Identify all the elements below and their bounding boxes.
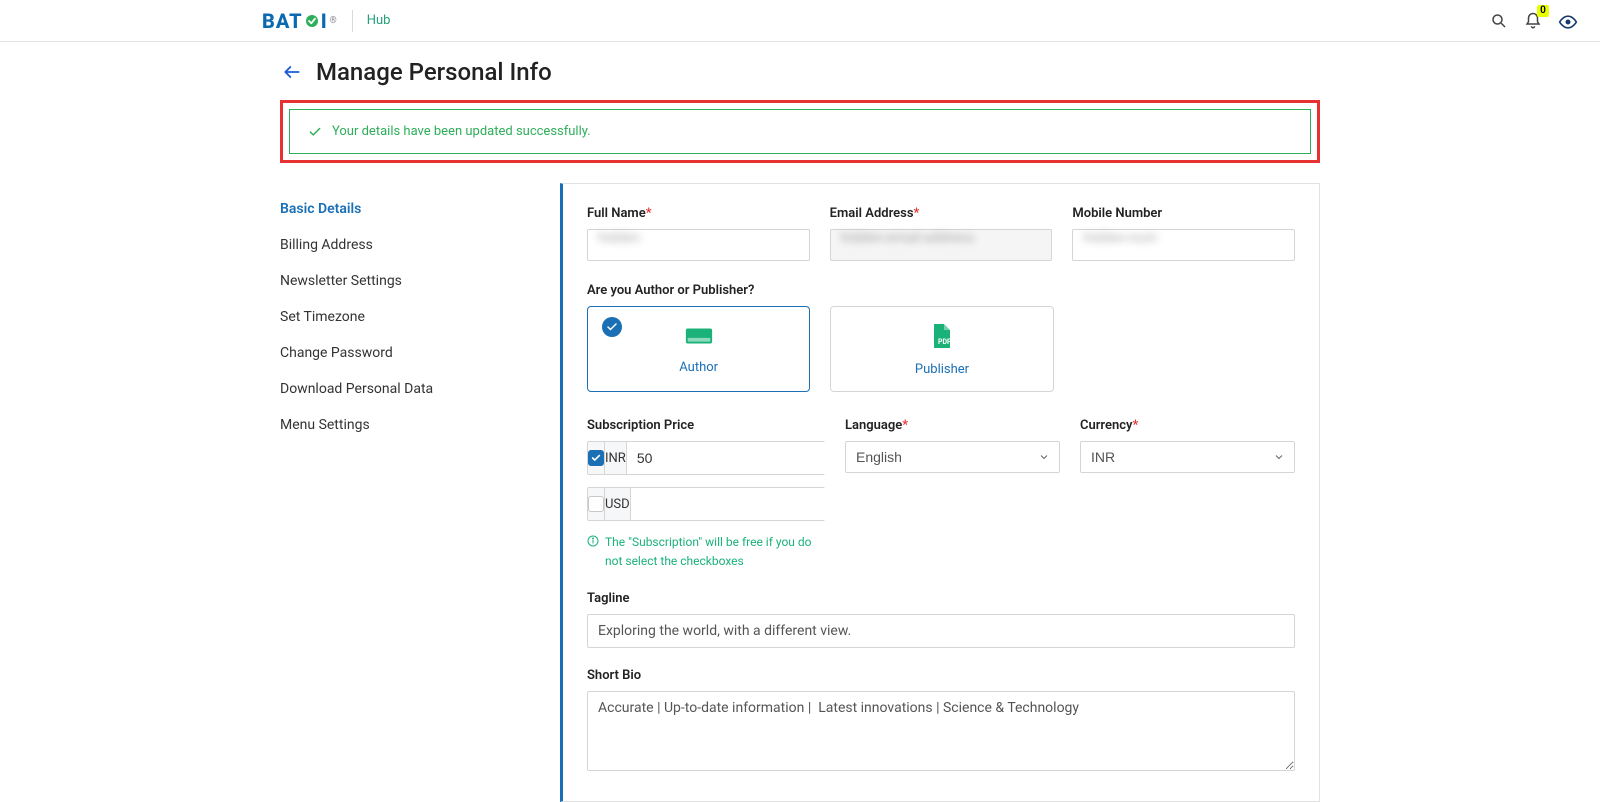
hub-label[interactable]: Hub — [367, 13, 391, 28]
group-subscription-price: Subscription Price INR — [587, 418, 825, 571]
mobile-input[interactable]: hidden-num — [1072, 229, 1295, 261]
language-label: Language* — [845, 418, 1060, 433]
highlight-box: Your details have been updated successfu… — [280, 100, 1320, 163]
logo-text-1: BAT — [262, 9, 303, 33]
page-title: Manage Personal Info — [316, 58, 552, 86]
publisher-pdf-icon: PDF — [929, 322, 955, 350]
sidebar-item-change-password[interactable]: Change Password — [280, 335, 560, 371]
full-name-label: Full Name* — [587, 206, 810, 221]
logo[interactable]: BAT I® — [262, 9, 338, 33]
price-row-inr: INR — [587, 441, 825, 475]
email-label: Email Address* — [830, 206, 1053, 221]
sidebar-item-set-timezone[interactable]: Set Timezone — [280, 299, 560, 335]
tagline-input[interactable] — [587, 614, 1295, 648]
success-banner: Your details have been updated successfu… — [289, 109, 1311, 154]
top-bar: BAT I® Hub 0 — [0, 0, 1600, 42]
role-selected-check-icon — [602, 317, 622, 337]
price-inr-checkbox-wrap — [588, 442, 605, 474]
logo-text-2: I — [321, 9, 328, 33]
svg-text:PDF: PDF — [938, 338, 951, 346]
subscription-hint: The "Subscription" will be free if you d… — [587, 533, 817, 571]
top-actions: 0 — [1490, 12, 1576, 30]
hint-text: The "Subscription" will be free if you d… — [605, 533, 817, 571]
row-name-email-mobile: Full Name* hidden Email Address* hidden-… — [587, 206, 1295, 261]
info-icon — [587, 535, 599, 571]
role-label: Are you Author or Publisher? — [587, 283, 1295, 298]
currency-select-wrap: INR — [1080, 441, 1295, 473]
author-card-icon — [684, 324, 714, 348]
sidebar-item-label: Change Password — [280, 345, 393, 361]
price-usd-checkbox[interactable] — [588, 496, 604, 512]
bio-textarea[interactable] — [587, 691, 1295, 771]
role-author-label: Author — [679, 360, 718, 375]
sidebar-item-label: Basic Details — [280, 201, 361, 217]
search-icon[interactable] — [1490, 12, 1508, 30]
full-name-input[interactable]: hidden — [587, 229, 810, 261]
bio-label: Short Bio — [587, 668, 1295, 683]
back-arrow-icon[interactable] — [280, 62, 304, 82]
group-email: Email Address* hidden-email-address — [830, 206, 1053, 261]
group-language: Language* English — [845, 418, 1060, 571]
currency-select[interactable]: INR — [1080, 441, 1295, 473]
group-bio: Short Bio — [587, 668, 1295, 775]
email-input[interactable]: hidden-email-address — [830, 229, 1053, 261]
brand-row: BAT I® Hub — [262, 0, 390, 41]
main-panel: Full Name* hidden Email Address* hidden-… — [560, 183, 1320, 802]
theme-icon[interactable] — [1558, 12, 1576, 30]
sidebar-item-label: Newsletter Settings — [280, 273, 402, 289]
content-columns: Basic Details Billing Address Newsletter… — [280, 183, 1320, 802]
notification-badge: 0 — [1537, 5, 1549, 17]
group-tagline: Tagline — [587, 591, 1295, 648]
group-currency: Currency* INR — [1080, 418, 1295, 571]
group-full-name: Full Name* hidden — [587, 206, 810, 261]
check-icon — [308, 125, 322, 139]
settings-sidebar: Basic Details Billing Address Newsletter… — [280, 183, 560, 443]
role-author-card[interactable]: Author — [587, 306, 810, 392]
currency-label: Currency* — [1080, 418, 1295, 433]
sidebar-item-billing-address[interactable]: Billing Address — [280, 227, 560, 263]
price-inr-input[interactable] — [627, 442, 828, 474]
role-row: Author PDF Publisher — [587, 306, 1295, 392]
page-title-row: Manage Personal Info — [280, 58, 1320, 86]
sidebar-item-label: Billing Address — [280, 237, 373, 253]
bell-icon[interactable]: 0 — [1524, 12, 1542, 30]
leaf-icon — [303, 12, 321, 30]
sidebar-item-label: Set Timezone — [280, 309, 365, 325]
language-select-wrap: English — [845, 441, 1060, 473]
price-usd-input[interactable] — [631, 488, 832, 520]
sidebar-item-label: Download Personal Data — [280, 381, 433, 397]
page-wrap: Manage Personal Info Your details have b… — [280, 42, 1320, 802]
price-inr-checkbox[interactable] — [588, 450, 604, 466]
sidebar-item-label: Menu Settings — [280, 417, 370, 433]
group-mobile: Mobile Number hidden-num — [1072, 206, 1295, 261]
language-select[interactable]: English — [845, 441, 1060, 473]
price-usd-currency: USD — [605, 488, 631, 520]
sidebar-item-newsletter-settings[interactable]: Newsletter Settings — [280, 263, 560, 299]
mobile-label: Mobile Number — [1072, 206, 1295, 221]
sidebar-item-menu-settings[interactable]: Menu Settings — [280, 407, 560, 443]
sidebar-item-download-data[interactable]: Download Personal Data — [280, 371, 560, 407]
sidebar-item-basic-details[interactable]: Basic Details — [280, 191, 560, 227]
vertical-divider — [352, 10, 353, 32]
price-row-usd: USD — [587, 487, 825, 521]
sub-price-label: Subscription Price — [587, 418, 825, 433]
role-publisher-label: Publisher — [915, 362, 969, 377]
logo-registered: ® — [330, 16, 338, 26]
success-message: Your details have been updated successfu… — [332, 124, 591, 139]
tagline-label: Tagline — [587, 591, 1295, 606]
price-usd-checkbox-wrap — [588, 488, 605, 520]
role-publisher-card[interactable]: PDF Publisher — [830, 306, 1053, 392]
price-inr-currency: INR — [605, 442, 627, 474]
row-sub-lang-curr: Subscription Price INR — [587, 418, 1295, 571]
